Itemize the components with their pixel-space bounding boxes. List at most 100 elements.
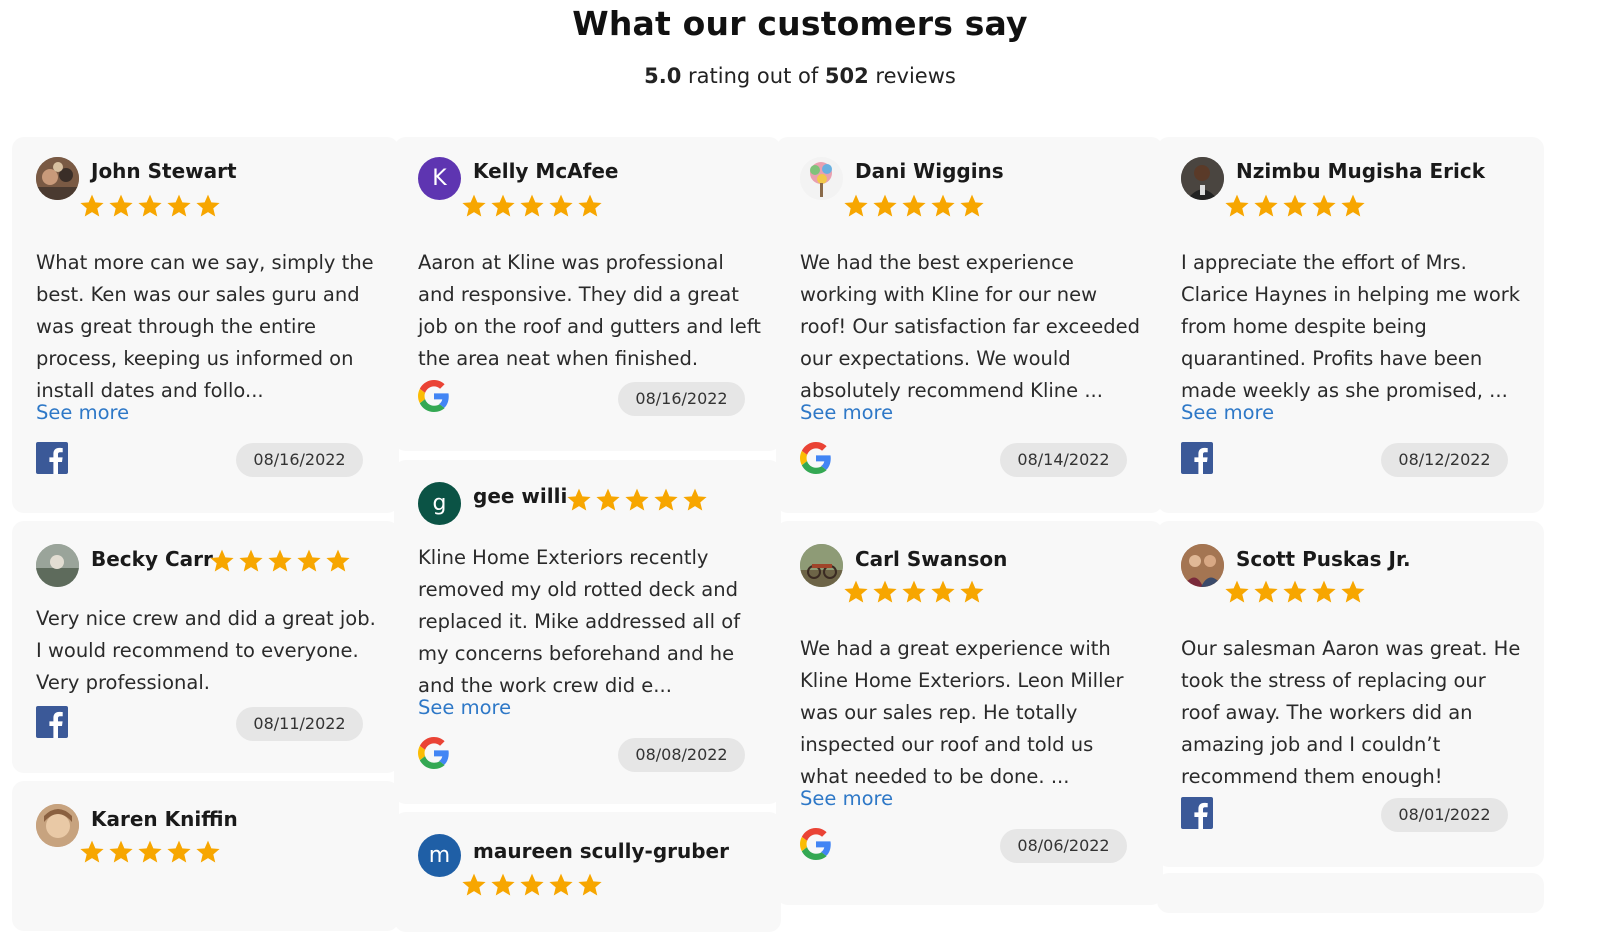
star-icon: [1254, 580, 1278, 603]
star-icon: [1254, 194, 1278, 217]
review-card-partial: [1157, 873, 1544, 913]
star-rating: [79, 839, 221, 865]
review-card-karen-kniffin: Karen Kniffin: [12, 781, 399, 931]
star-icon: [167, 194, 191, 217]
review-text: Aaron at Kline was professional and resp…: [418, 251, 761, 370]
star-icon: [578, 873, 602, 896]
star-icon: [844, 194, 868, 217]
star-icon: [520, 194, 544, 217]
rating-suffix-text: reviews: [868, 64, 956, 88]
star-icon: [138, 840, 162, 863]
star-icon: [654, 488, 678, 511]
review-date: 08/08/2022: [618, 738, 745, 772]
star-icon: [491, 194, 515, 217]
review-card-maureen-scully-gruber: m maureen scully-gruber: [394, 812, 781, 932]
star-icon: [1225, 580, 1249, 603]
see-more-link[interactable]: See more: [1181, 401, 1274, 424]
reviewer-name: Nzimbu Mugisha Erick: [1236, 159, 1486, 183]
review-date: 08/01/2022: [1381, 798, 1508, 832]
star-icon: [1225, 194, 1249, 217]
review-date: 08/14/2022: [1000, 443, 1127, 477]
facebook-icon: [1181, 797, 1213, 829]
see-more-link[interactable]: See more: [800, 401, 893, 424]
review-card-carl-swanson: Carl Swanson We had a great experience w…: [776, 521, 1163, 905]
star-rating: [461, 872, 603, 898]
review-text: We had a great experience with Kline Hom…: [800, 637, 1124, 788]
star-rating: [79, 193, 221, 219]
star-rating: [1224, 579, 1366, 605]
star-icon: [931, 580, 955, 603]
star-icon: [326, 549, 350, 572]
facebook-icon: [1181, 442, 1213, 474]
review-card-nzimbu-mugisha-erick: Nzimbu Mugisha Erick I appreciate the ef…: [1157, 137, 1544, 513]
star-rating: [209, 548, 351, 574]
rating-summary: 5.0 rating out of 502 reviews: [0, 64, 1600, 88]
star-rating: [566, 487, 708, 513]
star-icon: [196, 840, 220, 863]
star-rating: [461, 193, 603, 219]
star-icon: [491, 873, 515, 896]
review-card-scott-puskas-jr: Scott Puskas Jr. Our salesman Aaron was …: [1157, 521, 1544, 867]
star-icon: [596, 488, 620, 511]
see-more-link[interactable]: See more: [418, 696, 511, 719]
avatar: [36, 804, 79, 847]
reviewer-name: Dani Wiggins: [855, 159, 1004, 183]
avatar: [800, 544, 843, 587]
avatar: g: [418, 482, 461, 525]
star-icon: [268, 549, 292, 572]
page-title: What our customers say: [572, 4, 1028, 43]
star-icon: [873, 194, 897, 217]
star-icon: [80, 194, 104, 217]
facebook-icon: [36, 706, 68, 738]
reviewer-name: Becky Carr: [91, 547, 213, 571]
star-icon: [960, 194, 984, 217]
review-card-gee-willi: g gee willi Kline Home Exteriors recentl…: [394, 460, 781, 804]
star-icon: [196, 194, 220, 217]
star-icon: [1312, 194, 1336, 217]
see-more-link[interactable]: See more: [800, 787, 893, 810]
star-icon: [960, 580, 984, 603]
review-date: 08/16/2022: [618, 382, 745, 416]
review-text: Kline Home Exteriors recently removed my…: [418, 546, 741, 697]
avatar: K: [418, 157, 461, 200]
reviewer-name: maureen scully-gruber: [473, 839, 729, 863]
star-icon: [902, 194, 926, 217]
review-date: 08/16/2022: [236, 443, 363, 477]
see-more-link[interactable]: See more: [36, 401, 129, 424]
avatar: [1181, 157, 1224, 200]
review-date: 08/11/2022: [236, 707, 363, 741]
avatar: m: [418, 834, 461, 877]
star-icon: [1312, 580, 1336, 603]
google-icon: [418, 380, 450, 412]
review-card-becky-carr: Becky Carr Very nice crew and did a grea…: [12, 521, 399, 773]
reviewer-name: Karen Kniffin: [91, 807, 238, 831]
facebook-icon: [36, 442, 68, 474]
star-icon: [109, 840, 133, 863]
google-icon: [800, 828, 832, 860]
star-icon: [210, 549, 234, 572]
review-text: We had the best experience working with …: [800, 251, 1141, 402]
review-text: Our salesman Aaron was great. He took th…: [1181, 637, 1521, 788]
google-icon: [418, 737, 450, 769]
rating-value: 5.0: [644, 64, 682, 88]
star-icon: [462, 194, 486, 217]
avatar: [800, 157, 843, 200]
reviewer-name: gee willi: [473, 484, 568, 508]
star-icon: [138, 194, 162, 217]
star-icon: [1341, 194, 1365, 217]
star-rating: [843, 193, 985, 219]
reviewer-name: Scott Puskas Jr.: [1236, 547, 1411, 571]
star-icon: [80, 840, 104, 863]
avatar: [36, 157, 79, 200]
star-icon: [844, 580, 868, 603]
star-icon: [462, 873, 486, 896]
review-card-dani-wiggins: Dani Wiggins We had the best experience …: [776, 137, 1163, 513]
star-icon: [873, 580, 897, 603]
star-icon: [625, 488, 649, 511]
review-date: 08/12/2022: [1381, 443, 1508, 477]
star-icon: [931, 194, 955, 217]
star-icon: [1283, 194, 1307, 217]
reviewer-name: Kelly McAfee: [473, 159, 619, 183]
star-icon: [239, 549, 263, 572]
star-rating: [1224, 193, 1366, 219]
